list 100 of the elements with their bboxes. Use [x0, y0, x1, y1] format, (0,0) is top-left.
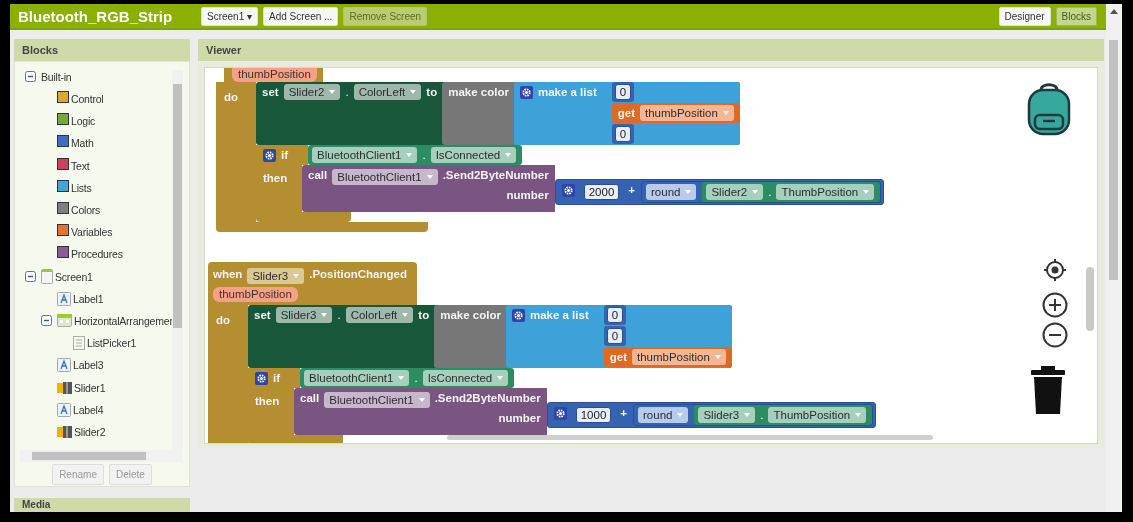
block-label: make a list [529, 308, 589, 323]
scrollbar[interactable] [172, 69, 183, 450]
block-label: call [300, 391, 320, 406]
scrollbar[interactable] [1086, 267, 1094, 331]
block-dropdown[interactable]: Slider3 [247, 268, 305, 284]
get-block[interactable]: get thumbPosition [611, 103, 740, 123]
view-tab[interactable]: Blocks [1055, 6, 1097, 26]
property-block[interactable]: Slider2 . ThumbPosition [702, 182, 881, 202]
scroll-thumb[interactable] [173, 83, 182, 328]
tree-item[interactable]: Label4 [73, 403, 104, 416]
round-block[interactable]: round Slider3 . ThumbPosition [633, 404, 874, 426]
gear-icon[interactable] [553, 407, 567, 420]
make-list-block[interactable]: make a list 0 0 get thumbPosition [505, 305, 732, 368]
tree-item[interactable]: Control [71, 93, 104, 106]
block-dropdown[interactable]: BluetoothClient1 [332, 169, 438, 185]
caret-icon [677, 413, 684, 417]
add-block[interactable]: 2000 + round Slider2 . ThumbPosition [554, 179, 885, 205]
caret-icon [752, 190, 759, 194]
tree-item[interactable]: HorizontalArrangemer [74, 314, 173, 327]
block-label: then [255, 395, 280, 407]
tree-item[interactable]: Variables [71, 226, 113, 239]
block-label: set [262, 85, 279, 100]
parameter-chip[interactable]: thumbPosition [213, 287, 298, 302]
block-dropdown[interactable]: Slider2 [706, 184, 764, 200]
setter-block[interactable]: set Slider2 . ColorLeft to make color make a list 0 get thumbPosition 0 [256, 82, 740, 145]
gear-icon[interactable] [561, 184, 575, 197]
block-label: . [337, 308, 341, 323]
block-dropdown[interactable]: ColorLeft [353, 84, 422, 100]
block-label: + [628, 183, 636, 198]
block-dropdown[interactable]: BluetoothClient1 [304, 370, 410, 386]
make-list-block[interactable]: make a list 0 get thumbPosition 0 [513, 82, 740, 145]
property-block[interactable]: BluetoothClient1 . IsConnected [300, 368, 515, 388]
property-block[interactable]: Slider3 . ThumbPosition [694, 405, 873, 425]
gear-icon[interactable] [263, 148, 276, 162]
tree-item[interactable]: Screen1 [55, 270, 93, 283]
gear-icon[interactable] [511, 309, 525, 322]
tree-item[interactable]: Math [71, 137, 94, 150]
scroll-thumb[interactable] [32, 451, 146, 460]
tree-item[interactable]: Label3 [73, 359, 104, 372]
gear-icon[interactable] [519, 86, 533, 99]
block-dropdown[interactable]: ColorLeft [345, 307, 414, 323]
round-block[interactable]: round Slider2 . ThumbPosition [641, 181, 882, 203]
block-label: do [224, 91, 239, 103]
block-dropdown[interactable]: IsConnected [430, 147, 517, 163]
tree-item[interactable]: Slider2 [74, 425, 106, 438]
collapse-icon[interactable] [25, 271, 36, 283]
block-dropdown[interactable]: thumbPosition [640, 105, 734, 121]
toolbar-button[interactable]: Add Screen ... [263, 6, 339, 26]
make-color-block[interactable]: make color make a list 0 get thumbPosition 0 [442, 82, 740, 145]
block-label: then [263, 172, 288, 184]
block-dropdown[interactable]: BluetoothClient1 [324, 392, 430, 408]
block-dropdown[interactable]: ThumbPosition [776, 184, 875, 200]
block-dropdown[interactable]: ThumbPosition [768, 407, 867, 423]
gear-icon[interactable] [255, 371, 268, 385]
scroll-up-icon[interactable] [1110, 9, 1118, 14]
view-tab[interactable]: Designer [998, 6, 1051, 26]
caret-icon [329, 90, 336, 94]
caret-icon [722, 111, 729, 115]
collapse-icon[interactable] [41, 315, 52, 327]
scrollbar[interactable] [20, 449, 182, 462]
block-dropdown[interactable]: BluetoothClient1 [312, 147, 418, 163]
get-block[interactable]: get thumbPosition [603, 347, 732, 367]
scrollbar[interactable] [447, 435, 933, 440]
tree-item[interactable]: Built-in [41, 70, 72, 83]
event-header[interactable]: when Slider3 .PositionChanged [213, 264, 413, 284]
caret-icon [497, 376, 504, 380]
tree-item[interactable]: ListPicker1 [87, 337, 137, 350]
add-block[interactable]: 1000 + round Slider3 . ThumbPosition [546, 402, 877, 428]
block-dropdown[interactable]: Slider2 [283, 84, 341, 100]
slider-component-icon [57, 425, 72, 438]
scroll-thumb[interactable] [1109, 40, 1118, 280]
block-dropdown[interactable]: thumbPosition [632, 349, 726, 365]
setter-block[interactable]: set Slider3 . ColorLeft to make color make a list 0 0 get thumbPosition [248, 305, 732, 368]
block-dropdown[interactable]: Slider3 [275, 307, 333, 323]
property-block[interactable]: BluetoothClient1 . IsConnected [308, 145, 523, 165]
blocks-canvas[interactable] [204, 67, 1098, 444]
tree-item[interactable]: Text [71, 159, 90, 172]
tree-item[interactable]: Procedures [71, 248, 123, 261]
caret-icon [863, 190, 870, 194]
block-dropdown[interactable]: round [646, 184, 697, 200]
make-color-block[interactable]: make color make a list 0 0 get thumbPosition [434, 305, 732, 368]
zoom-in-icon[interactable] [1042, 292, 1068, 318]
screen-dropdown[interactable]: Screen1 ▾ [201, 6, 259, 26]
zoom-out-icon[interactable] [1042, 322, 1068, 348]
tree-item[interactable]: Slider1 [74, 381, 106, 394]
tree-item[interactable]: Logic [71, 115, 96, 128]
tree-item[interactable]: Label1 [73, 292, 104, 305]
tree-item[interactable]: Lists [71, 181, 92, 194]
target-icon[interactable] [1043, 258, 1067, 282]
parameter-chip[interactable]: thumbPosition [232, 68, 317, 82]
collapse-icon[interactable] [25, 71, 36, 83]
block-dropdown[interactable]: IsConnected [422, 370, 509, 386]
block-dropdown[interactable]: round [638, 407, 689, 423]
scrollbar[interactable] [1106, 4, 1122, 512]
trash-icon[interactable] [1030, 366, 1066, 414]
call-block[interactable]: call BluetoothClient1 .Send2ByteNumber number [294, 388, 547, 435]
call-block[interactable]: call BluetoothClient1 .Send2ByteNumber number [302, 165, 555, 212]
tree-item[interactable]: Colors [71, 204, 101, 217]
block-dropdown[interactable]: Slider3 [698, 407, 756, 423]
block-label: make color [440, 308, 501, 323]
